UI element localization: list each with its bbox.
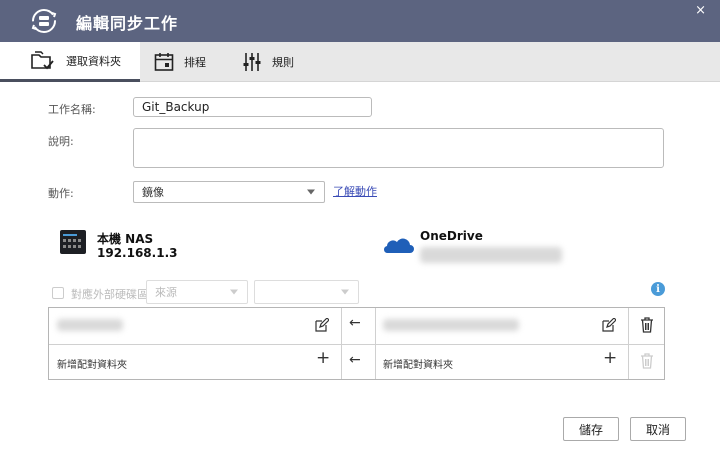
add-local-plus-icon[interactable]: + [316, 348, 330, 368]
add-remote-pair-label: 新增配對資料夾 [383, 360, 453, 371]
calendar-icon [154, 53, 174, 71]
action-label: 動作: [48, 187, 74, 200]
save-button[interactable]: 儲存 [563, 417, 619, 441]
edit-icon[interactable] [315, 318, 329, 332]
hbs-sync-icon [31, 9, 57, 33]
external-drive-select[interactable] [254, 280, 359, 304]
external-source-select[interactable]: 來源 [146, 280, 248, 304]
tab-schedule-label: 排程 [184, 56, 206, 69]
edit-icon[interactable] [602, 318, 616, 332]
sliders-icon [243, 53, 261, 71]
job-name-input[interactable]: Git_Backup [133, 97, 372, 117]
close-icon[interactable]: × [695, 3, 706, 18]
action-select[interactable]: 鏡像 [133, 181, 325, 203]
cancel-button[interactable]: 取消 [630, 417, 686, 441]
folder-select-icon [31, 50, 54, 69]
description-textarea[interactable] [133, 128, 664, 168]
info-icon[interactable]: i [651, 282, 665, 296]
column-divider [628, 308, 629, 379]
tab-rules-label: 規則 [272, 56, 294, 69]
tab-select-folders-label: 選取資料夾 [66, 54, 121, 68]
title-bar: 編輯同步工作 × [0, 0, 720, 42]
source-device-address: 192.168.1.3 [97, 246, 178, 260]
onedrive-cloud-icon [383, 238, 414, 254]
tab-schedule[interactable]: 排程 [154, 42, 206, 82]
row-divider [49, 344, 664, 345]
column-divider [341, 308, 342, 379]
add-remote-plus-icon[interactable]: + [603, 348, 617, 368]
column-divider [375, 308, 376, 379]
tab-bar: 選取資料夾 排程 規則 [0, 42, 720, 82]
job-name-value: Git_Backup [142, 100, 210, 114]
remote-folder-redacted [383, 319, 519, 331]
tab-select-folders[interactable]: 選取資料夾 [0, 42, 140, 82]
add-local-pair-label: 新增配對資料夾 [57, 360, 127, 371]
external-drive-checkbox[interactable] [52, 287, 64, 299]
action-select-value: 鏡像 [142, 186, 164, 199]
destination-account-redacted [420, 247, 562, 263]
chevron-down-icon [307, 189, 315, 195]
chevron-down-icon [341, 289, 349, 295]
external-source-value: 來源 [155, 286, 177, 299]
sync-direction-arrow: ← [349, 315, 361, 331]
learn-action-link[interactable]: 了解動作 [333, 183, 377, 199]
destination-name: OneDrive [420, 229, 483, 243]
external-drive-label: 對應外部硬碟區 [71, 288, 148, 301]
chevron-down-icon [230, 289, 238, 295]
sync-direction-arrow: ← [349, 352, 361, 368]
description-label: 說明: [48, 135, 74, 148]
job-name-label: 工作名稱: [48, 103, 96, 116]
source-device-name: 本機 NAS [97, 232, 154, 246]
trash-icon [641, 353, 653, 369]
local-folder-redacted [57, 319, 123, 331]
tab-rules[interactable]: 規則 [242, 42, 294, 82]
nas-device-icon [60, 230, 86, 254]
folder-pair-table: ← 新增配對資料夾 + ← 新增配對資料夾 + [48, 307, 665, 380]
window-title: 編輯同步工作 [76, 14, 179, 33]
trash-icon[interactable] [640, 317, 654, 333]
